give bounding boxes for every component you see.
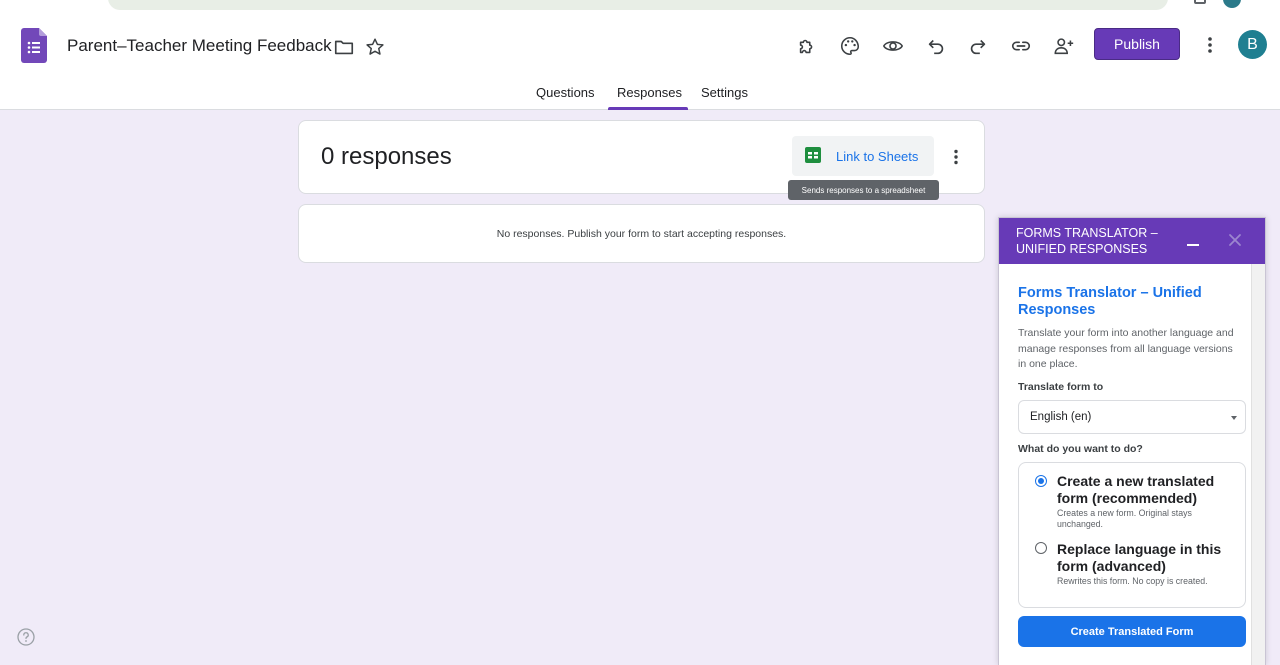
preview-eye-icon[interactable] [879,32,907,60]
browser-address-bar[interactable] [108,0,1168,10]
sheets-tooltip: Sends responses to a spreadsheet [788,180,939,200]
undo-icon[interactable] [922,32,950,60]
responses-more-icon[interactable] [947,145,965,169]
form-tabs: Questions Responses Settings [0,84,1280,110]
help-icon[interactable] [17,628,35,646]
account-avatar[interactable]: B [1238,30,1267,59]
add-collaborator-icon[interactable] [1050,32,1078,60]
translator-panel: Forms Translator – Unified Responses For… [998,217,1266,665]
browser-toolbar [0,0,1280,14]
language-select[interactable]: English (en) [1018,400,1246,434]
link-icon[interactable] [1007,32,1035,60]
folder-icon[interactable] [333,36,355,58]
browser-window-icon[interactable] [1194,0,1206,4]
action-options: Create a new translated form (recommende… [1018,462,1246,608]
app-header: Parent–Teacher Meeting Feedback Publish … [0,14,1280,110]
publish-button[interactable]: Publish [1094,28,1180,60]
link-to-sheets-button[interactable]: Link to Sheets [792,136,934,176]
minimize-icon[interactable] [1185,234,1201,250]
google-forms-logo-icon[interactable] [21,28,47,63]
language-select-value: English (en) [1030,411,1092,423]
tab-questions[interactable]: Questions [528,85,603,110]
redo-icon[interactable] [964,32,992,60]
create-translated-form-button[interactable]: Create Translated Form [1018,616,1246,647]
action-label: What do you want to do? [1018,443,1143,455]
translator-panel-title: Forms Translator – Unified Responses [1016,226,1158,256]
star-icon[interactable] [364,36,386,58]
option-replace-language-title[interactable]: Replace language in this form (advanced) [1057,541,1237,575]
tab-settings[interactable]: Settings [693,85,756,110]
addons-puzzle-icon[interactable] [793,32,821,60]
google-sheets-icon [805,147,821,163]
browser-profile-avatar[interactable] [1223,0,1241,8]
option-create-new-title[interactable]: Create a new translated form (recommende… [1057,473,1237,507]
translator-heading: Forms Translator – Unified Responses [1018,285,1202,318]
empty-responses-card: No responses. Publish your form to start… [298,204,985,263]
option-replace-language-subtitle: Rewrites this form. No copy is created. [1057,576,1208,586]
empty-responses-message: No responses. Publish your form to start… [496,228,787,240]
chevron-down-icon [1231,416,1237,420]
active-tab-indicator [608,107,688,110]
option-create-new-subtitle: Creates a new form. Original stays uncha… [1057,508,1192,529]
link-to-sheets-label: Link to Sheets [836,149,919,164]
panel-scrollbar[interactable] [1251,264,1265,665]
translator-description: Translate your form into another languag… [1018,327,1234,371]
translate-to-label: Translate form to [1018,381,1104,393]
palette-icon[interactable] [836,32,864,60]
response-count: 0 responses [321,143,452,170]
translator-panel-body: Forms Translator – Unified Responses Tra… [999,264,1251,665]
close-icon[interactable] [1227,232,1243,248]
form-title[interactable]: Parent–Teacher Meeting Feedback [67,36,332,56]
translator-panel-header: Forms Translator – Unified Responses [999,218,1265,264]
radio-replace-language[interactable] [1035,542,1047,554]
radio-create-new[interactable] [1035,475,1047,487]
more-options-icon[interactable] [1198,32,1222,58]
